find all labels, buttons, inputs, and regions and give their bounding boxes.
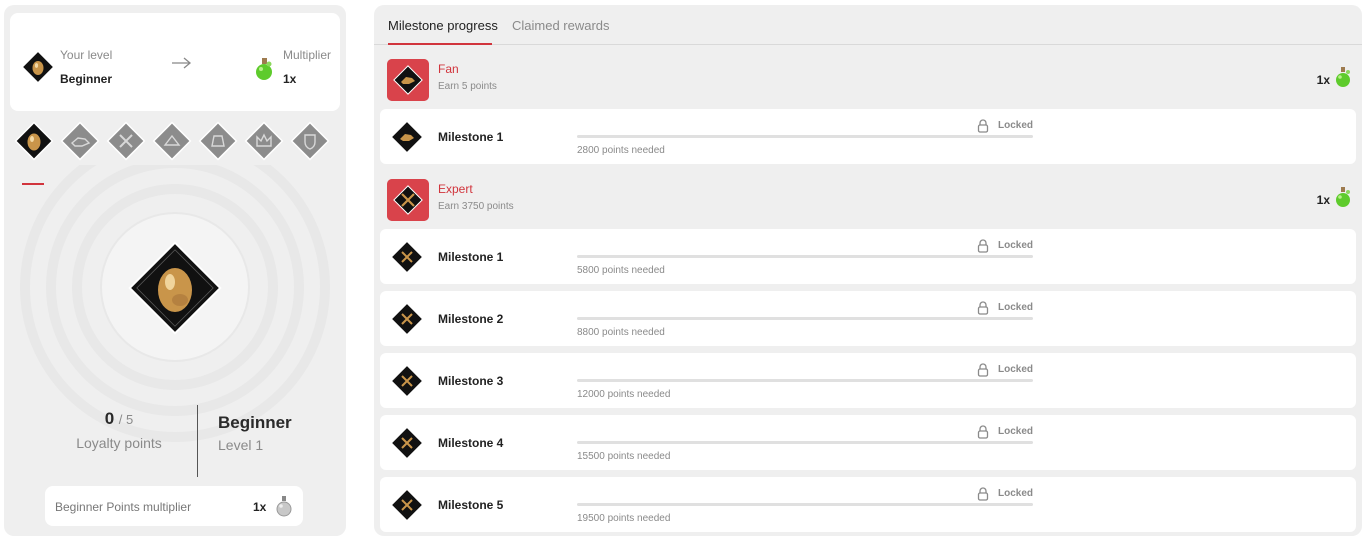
fan-milestone-icon [390,120,424,154]
milestone-row: Milestone 5 Locked 19500 points needed [380,477,1356,532]
points-current: 0 [104,409,115,428]
tier-beginner-icon[interactable] [14,121,54,161]
milestone-row: Milestone 1 Locked 5800 points needed [380,229,1356,284]
milestone-status: Locked [998,120,1034,131]
multiplier-value: 1x [283,72,297,86]
tier-fan-icon[interactable] [60,121,100,161]
potion-icon [1336,67,1350,87]
tier-header-fan: Fan Earn 5 points 1x [382,55,1357,105]
level-summary-card: Your level Beginner Multiplier 1x [10,13,340,111]
milestone-progress-bar [577,135,1033,138]
lock-icon [977,363,989,377]
level-name: Beginner [218,413,292,432]
milestone-row: Milestone 4 Locked 15500 points needed [380,415,1356,470]
tier-requirement: Earn 5 points [438,81,497,92]
milestone-points-needed: 8800 points needed [577,327,665,338]
level-stat: Beginner Level 1 [218,413,292,453]
multiplier-label: Multiplier [283,48,332,62]
tab-claimed-rewards[interactable]: Claimed rewards [512,18,610,33]
tab-milestone-progress[interactable]: Milestone progress [388,18,498,33]
tab-bar: Milestone progress Claimed rewards [374,5,1362,45]
points-multiplier-label: Beginner Points multiplier [55,500,192,514]
expert-milestone-icon [390,302,424,336]
tier-4-icon[interactable] [152,121,192,161]
milestone-status: Locked [998,426,1034,437]
tier-multiplier: 1x [1316,193,1330,207]
milestone-progress-bar [577,379,1033,382]
potion-grey-icon [276,496,292,517]
milestone-row: Milestone 1 Locked 2800 points needed [380,109,1356,164]
tier-name: Expert [438,182,473,196]
points-multiplier-pill: Beginner Points multiplier 1x [45,486,303,526]
milestone-progress-bar [577,441,1033,444]
milestone-points-needed: 15500 points needed [577,451,671,462]
tier-multiplier: 1x [1316,73,1330,87]
level-panel: Your level Beginner Multiplier 1x 0 / 5 … [4,5,346,536]
milestone-row: Milestone 2 Locked 8800 points needed [380,291,1356,346]
lock-icon [977,425,989,439]
milestone-name: Milestone 1 [438,250,504,264]
level-number: Level 1 [218,437,264,453]
tier-name: Fan [438,62,459,76]
tier-7-shield-icon[interactable] [290,121,330,161]
beginner-egg-icon [22,51,54,83]
points-label: Loyalty points [76,435,162,451]
milestone-points-needed: 12000 points needed [577,389,671,400]
potion-icon [1336,187,1350,207]
loyalty-points-stat: 0 / 5 Loyalty points [44,409,194,451]
milestone-status: Locked [998,488,1034,499]
milestone-progress-bar [577,255,1033,258]
milestone-name: Milestone 5 [438,498,504,512]
points-multiplier-value: 1x [253,500,267,514]
your-level-value: Beginner [60,72,113,86]
tier-5-icon[interactable] [198,121,238,161]
milestone-points-needed: 5800 points needed [577,265,665,276]
lock-icon [977,487,989,501]
lock-icon [977,239,989,253]
milestone-status: Locked [998,240,1034,251]
potion-icon [256,58,272,80]
points-total: / 5 [118,412,134,427]
milestone-name: Milestone 4 [438,436,504,450]
milestone-name: Milestone 3 [438,374,504,388]
milestone-name: Milestone 2 [438,312,504,326]
fan-tier-icon [387,59,429,101]
expert-milestone-icon [390,488,424,522]
your-level-label: Your level [60,48,113,62]
milestone-progress-bar [577,317,1033,320]
tier-requirement: Earn 3750 points [438,201,514,212]
lock-icon [977,119,989,133]
milestone-points-needed: 19500 points needed [577,513,671,524]
expert-milestone-icon [390,364,424,398]
tier-selector [14,121,344,161]
arrow-right-icon [172,57,192,69]
milestone-points-needed: 2800 points needed [577,145,665,156]
milestone-status: Locked [998,364,1034,375]
tab-active-indicator [388,43,492,45]
tier-header-expert: Expert Earn 3750 points 1x [382,175,1357,225]
milestones-panel: Milestone progress Claimed rewards Fan E… [374,5,1362,536]
expert-milestone-icon [390,426,424,460]
stat-divider [197,405,198,477]
tier-expert-icon[interactable] [106,121,146,161]
milestone-progress-bar [577,503,1033,506]
milestone-status: Locked [998,302,1034,313]
milestone-name: Milestone 1 [438,130,504,144]
expert-milestone-icon [390,240,424,274]
milestone-row: Milestone 3 Locked 12000 points needed [380,353,1356,408]
expert-tier-icon [387,179,429,221]
current-level-badge [128,241,222,335]
tier-6-crown-icon[interactable] [244,121,284,161]
lock-icon [977,301,989,315]
